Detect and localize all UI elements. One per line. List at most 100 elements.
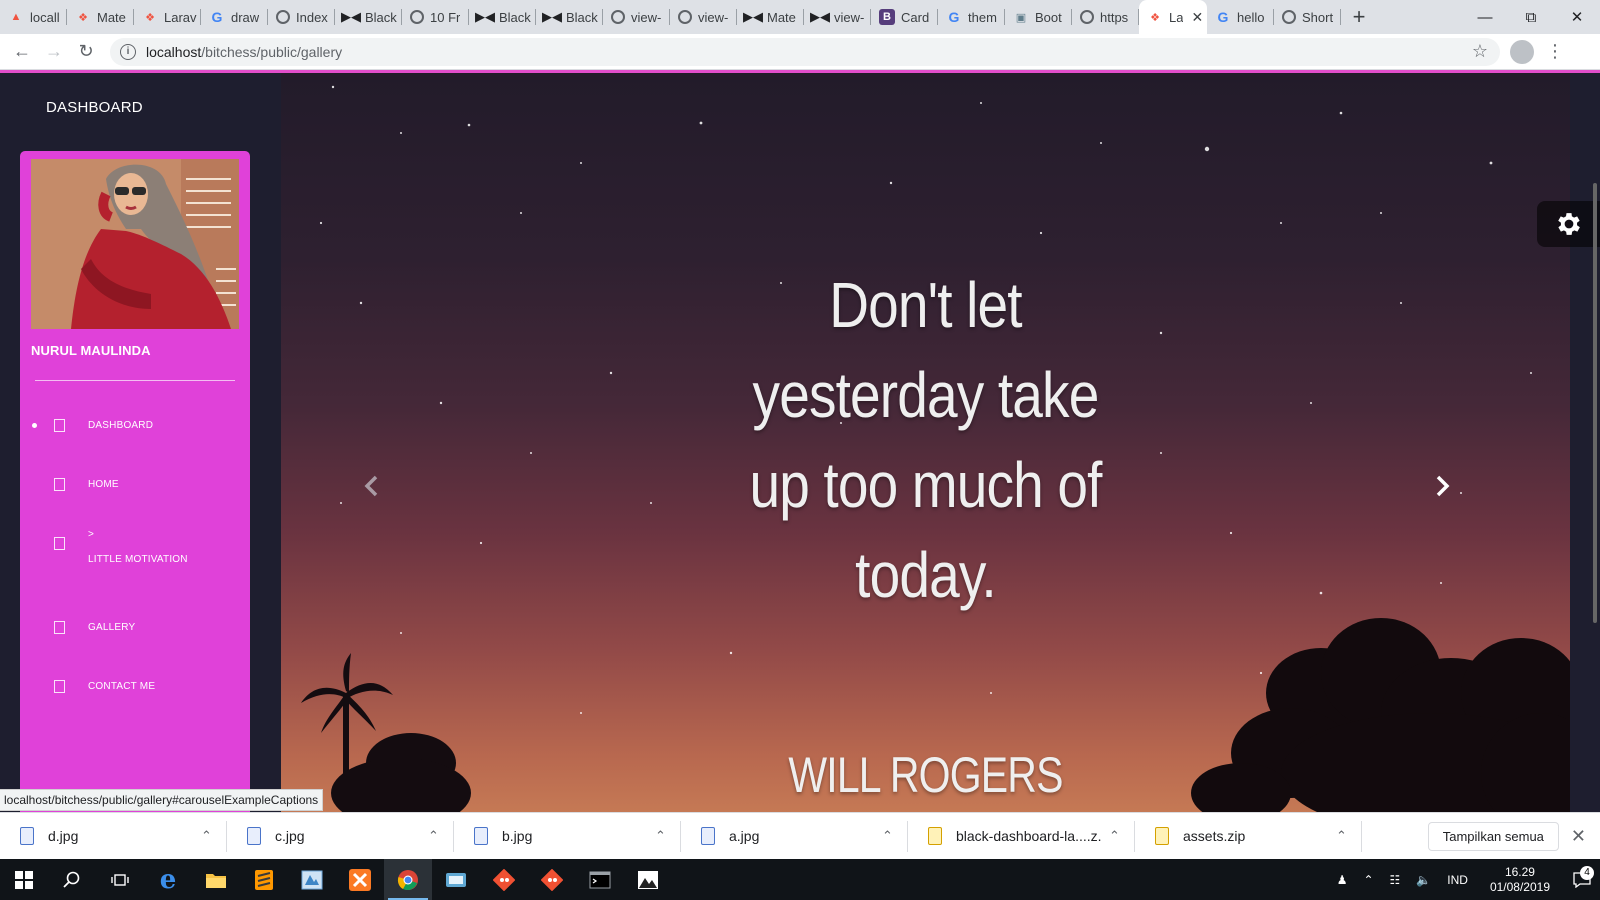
browser-tab[interactable]: view-: [603, 0, 670, 34]
night-sky-image: [301, 85, 1570, 812]
download-item[interactable]: b.jpg ⌃: [454, 813, 681, 860]
zip-file-icon: [1155, 827, 1169, 845]
sidebar-item-gallery[interactable]: GALLERY: [20, 611, 250, 651]
chevron-up-icon[interactable]: ⌃: [1109, 828, 1120, 844]
bookmark-star-icon[interactable]: ☆: [1472, 41, 1488, 62]
restore-button[interactable]: ⧉: [1508, 0, 1554, 34]
url-input[interactable]: i localhost/bitchess/public/gallery ☆: [110, 37, 1500, 66]
zip-file-icon: [928, 827, 942, 845]
sidebar-brand[interactable]: DASHBOARD: [46, 99, 143, 116]
start-button[interactable]: [0, 859, 48, 900]
browser-tab[interactable]: ▶◀ Black: [536, 0, 603, 34]
browser-tab[interactable]: ▶◀ view-: [804, 0, 871, 34]
profile-avatar[interactable]: [1510, 39, 1534, 64]
chevron-up-icon[interactable]: ⌃: [655, 828, 666, 844]
globe-icon: [1282, 10, 1296, 24]
browser-tab[interactable]: 10 Fr: [402, 0, 469, 34]
close-window-button[interactable]: ✕: [1554, 0, 1600, 34]
browser-tab[interactable]: ▶◀ Black: [335, 0, 402, 34]
carousel-prev-button[interactable]: [351, 466, 391, 506]
browser-tab[interactable]: Gdraw: [201, 0, 268, 34]
taskbar-terminal[interactable]: [576, 859, 624, 900]
taskbar-file-explorer[interactable]: [192, 859, 240, 900]
browser-tab[interactable]: ▶◀ Mate: [737, 0, 804, 34]
taskbar-git[interactable]: [528, 859, 576, 900]
sidebar-item-dashboard[interactable]: DASHBOARD: [20, 409, 250, 449]
minimize-button[interactable]: —: [1462, 0, 1508, 34]
menu-kebab-icon[interactable]: ⋮: [1546, 41, 1564, 62]
new-tab-button[interactable]: +: [1341, 0, 1377, 34]
reload-button[interactable]: ↻: [70, 41, 102, 62]
browser-tab[interactable]: ❖ Mate: [67, 0, 134, 34]
carousel-next-button[interactable]: [1423, 466, 1463, 506]
browser-tab[interactable]: B Card: [871, 0, 938, 34]
close-icon[interactable]: ✕: [1571, 826, 1586, 847]
browser-tab[interactable]: ❖ Larav: [134, 0, 201, 34]
taskbar-app[interactable]: [432, 859, 480, 900]
sidebar-item-contact-me[interactable]: CONTACT ME: [20, 670, 250, 710]
taskbar-git[interactable]: [480, 859, 528, 900]
sidebar-item-home[interactable]: HOME: [20, 468, 250, 508]
status-url-tooltip: localhost/bitchess/public/gallery#carous…: [0, 789, 324, 811]
scrollbar-thumb[interactable]: [1593, 183, 1597, 623]
chevron-up-icon[interactable]: ⌃: [428, 828, 439, 844]
divider: [35, 380, 235, 381]
chevron-up-icon[interactable]: ⌃: [1355, 873, 1381, 887]
clock-time: 16.29: [1504, 864, 1535, 879]
taskbar-edge[interactable]: e: [144, 859, 192, 900]
bowtie-icon: ▶◀: [542, 9, 562, 24]
forward-button[interactable]: →: [38, 41, 70, 62]
sidebar-item-little-motivation[interactable]: > LITTLE MOTIVATION: [20, 527, 250, 577]
browser-tab[interactable]: view-: [670, 0, 737, 34]
taskbar-app[interactable]: [288, 859, 336, 900]
language-indicator[interactable]: IND: [1439, 873, 1476, 887]
quote-line: today.: [855, 539, 997, 611]
download-filename: black-dashboard-la....z...: [956, 828, 1101, 844]
browser-tab[interactable]: Ghello: [1207, 0, 1274, 34]
browser-tab[interactable]: ▶◀ Black: [469, 0, 536, 34]
download-item[interactable]: black-dashboard-la....z... ⌃: [908, 813, 1135, 860]
download-item[interactable]: d.jpg ⌃: [0, 813, 227, 860]
chevron-left-icon: [364, 475, 378, 497]
search-button[interactable]: [48, 859, 96, 900]
photos-icon: [638, 870, 658, 889]
image-file-icon: [20, 827, 34, 845]
download-item[interactable]: c.jpg ⌃: [227, 813, 454, 860]
sidebar-item-label: CONTACT ME: [88, 681, 156, 692]
browser-tab[interactable]: Index: [268, 0, 335, 34]
browser-tab[interactable]: ▣ Boot: [1005, 0, 1072, 34]
taskbar-photos[interactable]: [624, 859, 672, 900]
browser-tab[interactable]: ▲ locall: [0, 0, 67, 34]
info-icon[interactable]: i: [120, 43, 136, 60]
chrome-icon: [397, 869, 418, 890]
windows-taskbar: e ♟ ⌃ ☷ 🔈 IND 16.29 01/08/2019 4: [0, 859, 1600, 900]
globe-icon: [276, 10, 290, 24]
wifi-icon[interactable]: ☷: [1382, 873, 1409, 887]
show-all-downloads-button[interactable]: Tampilkan semua: [1427, 821, 1559, 851]
system-tray: ♟ ⌃ ☷ 🔈 IND 16.29 01/08/2019 4: [1329, 859, 1600, 900]
browser-tab[interactable]: Gthem: [938, 0, 1005, 34]
browser-tab-active[interactable]: ❖ La ✕: [1139, 0, 1207, 34]
edge-icon: e: [159, 864, 177, 895]
clock[interactable]: 16.29 01/08/2019: [1476, 865, 1564, 895]
chevron-up-icon[interactable]: ⌃: [1336, 828, 1347, 844]
volume-icon[interactable]: 🔈: [1408, 873, 1439, 887]
download-item[interactable]: a.jpg ⌃: [681, 813, 908, 860]
sidebar-item-label: DASHBOARD: [88, 420, 154, 431]
download-item[interactable]: assets.zip ⌃: [1135, 813, 1362, 860]
people-icon[interactable]: ♟: [1329, 873, 1356, 887]
browser-tab[interactable]: Short: [1274, 0, 1341, 34]
browser-tab[interactable]: https: [1072, 0, 1139, 34]
taskbar-xampp[interactable]: [336, 859, 384, 900]
profile-name: NURUL MAULINDA: [31, 343, 151, 358]
chevron-up-icon[interactable]: ⌃: [201, 828, 212, 844]
task-view-button[interactable]: [96, 859, 144, 900]
taskbar-sublime[interactable]: [240, 859, 288, 900]
taskbar-chrome[interactable]: [384, 859, 432, 900]
download-filename: d.jpg: [48, 828, 79, 844]
scrollbar[interactable]: [1590, 183, 1600, 623]
back-button[interactable]: ←: [6, 41, 38, 62]
close-tab-icon[interactable]: ✕: [1191, 9, 1203, 26]
action-center-button[interactable]: 4: [1564, 865, 1600, 888]
chevron-up-icon[interactable]: ⌃: [882, 828, 893, 844]
